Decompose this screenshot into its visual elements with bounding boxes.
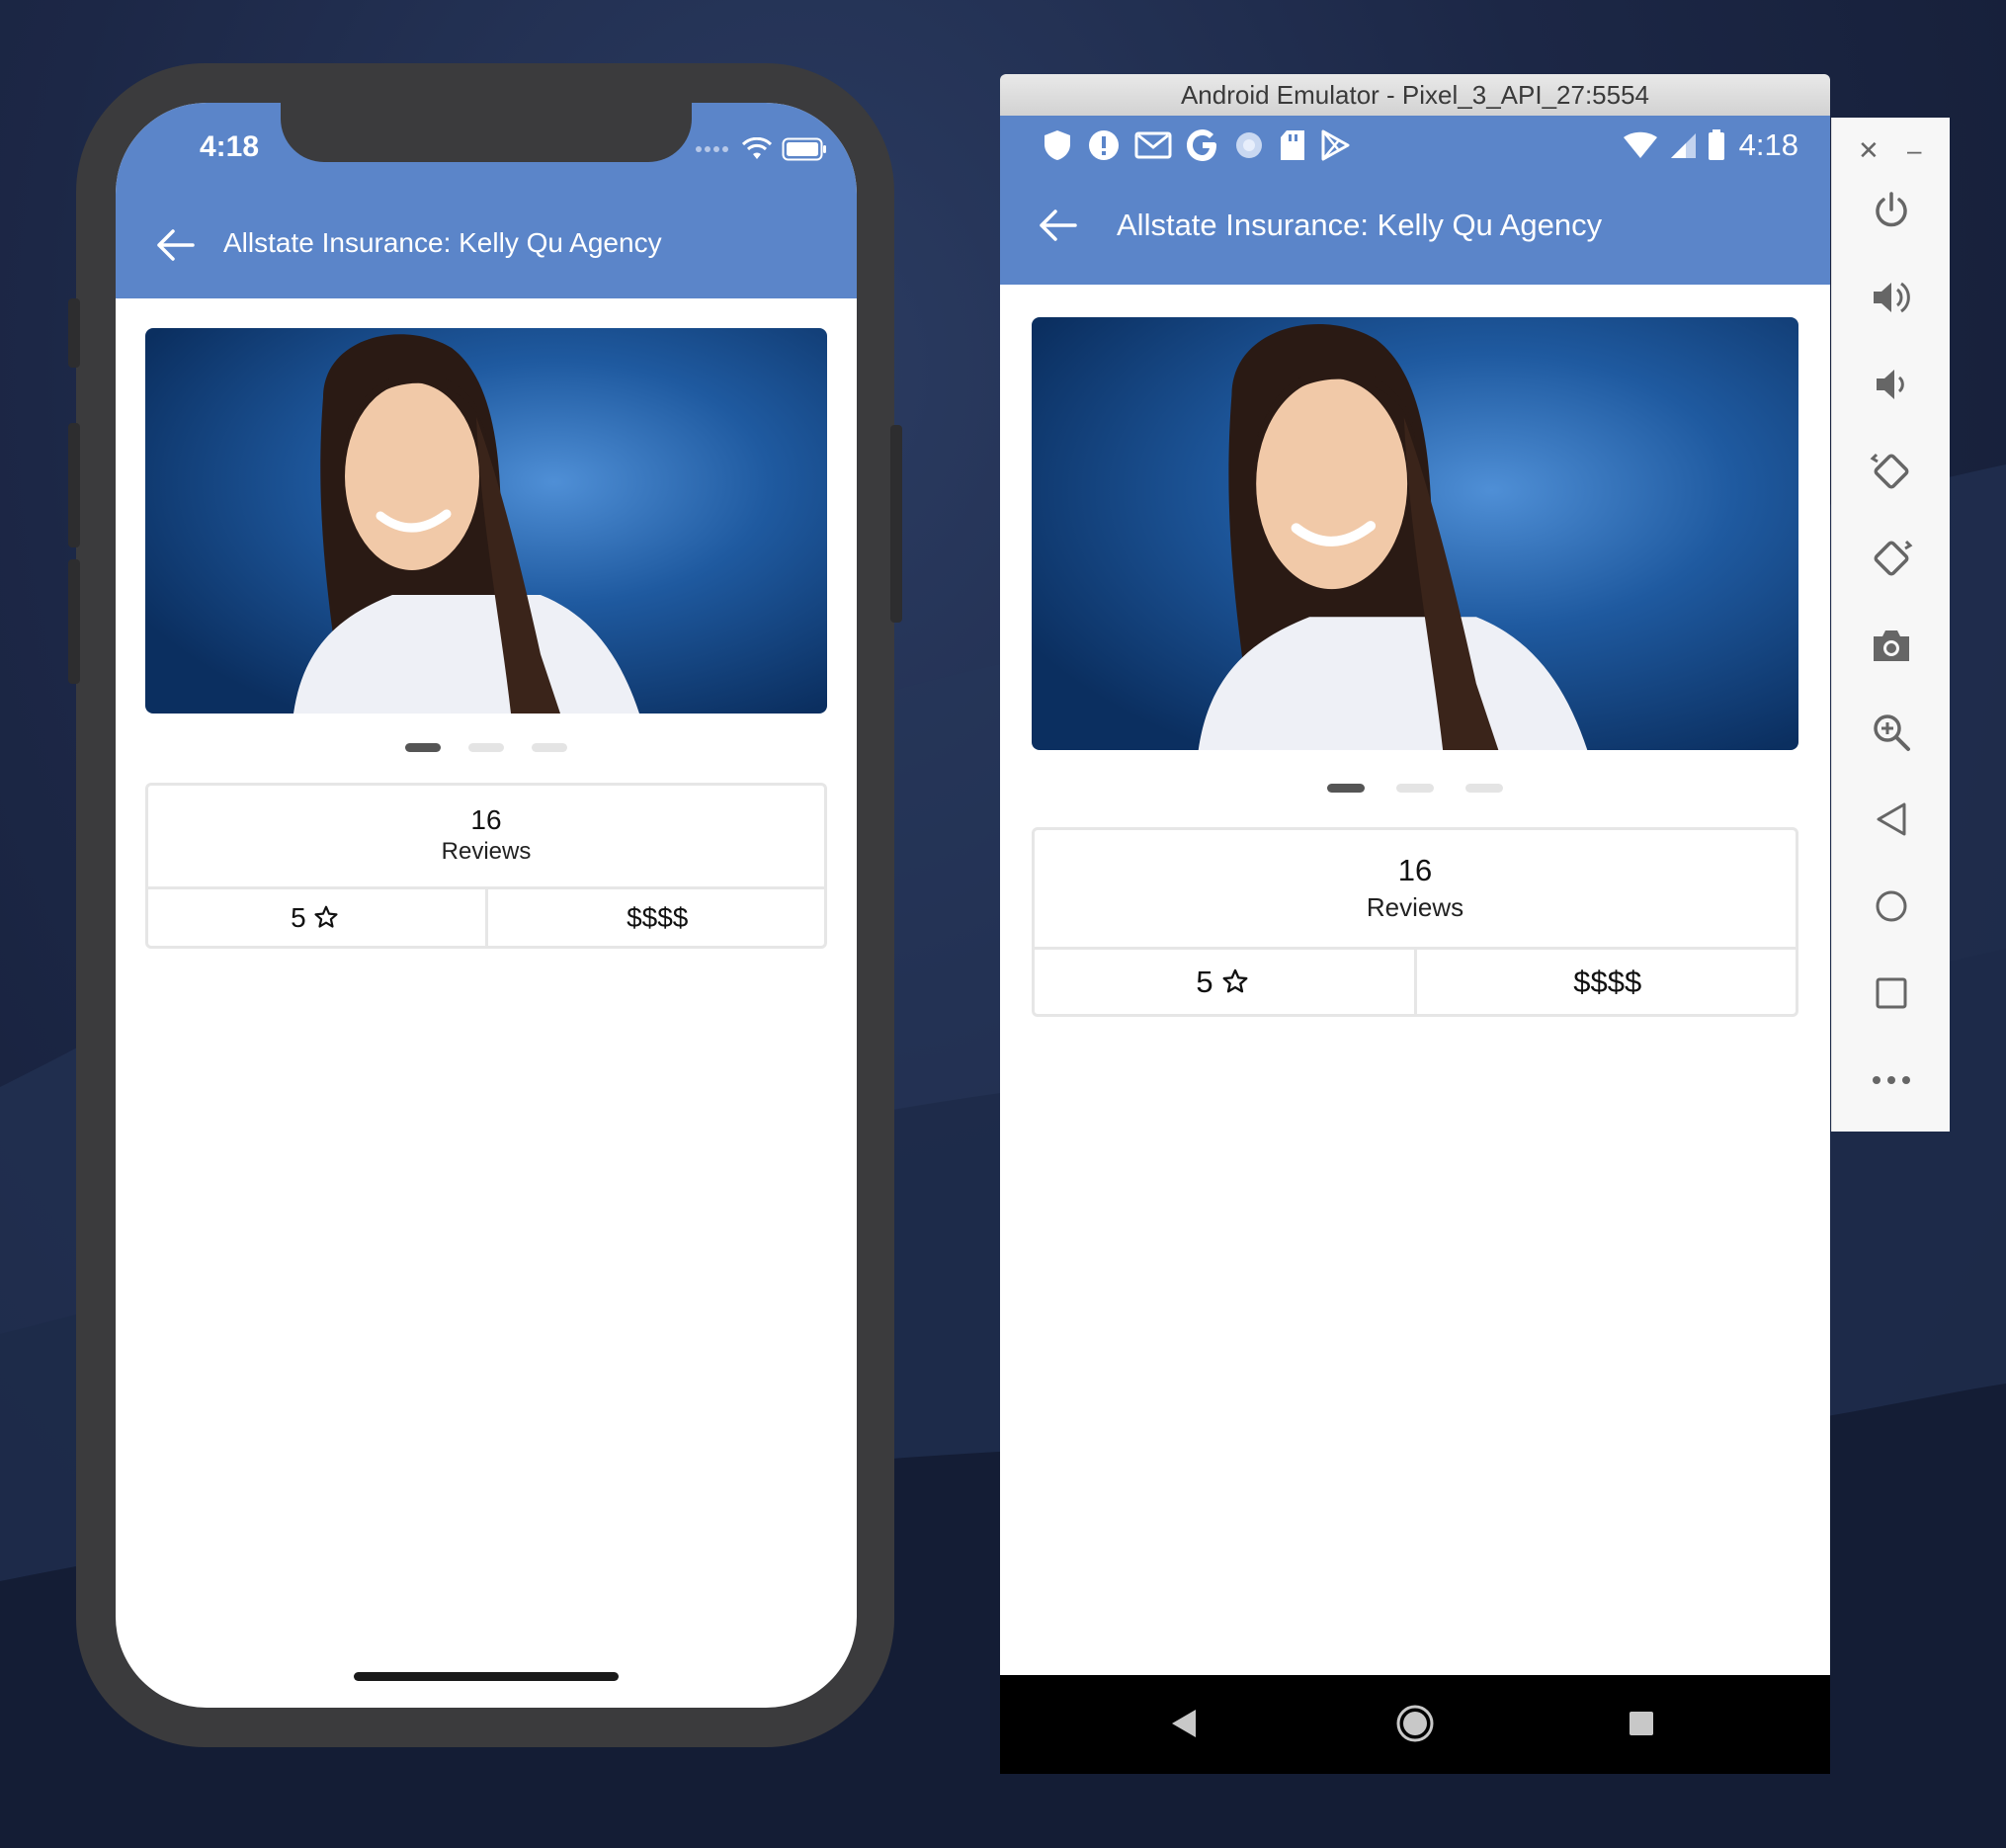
carousel-dot-1[interactable] <box>1327 784 1365 793</box>
nav-home-icon[interactable] <box>1395 1704 1435 1743</box>
battery-icon <box>782 137 826 161</box>
carousel-dot-3[interactable] <box>1465 784 1503 793</box>
stats-card: 16 Reviews 5 $$$$ <box>145 783 827 949</box>
volume-down-button[interactable] <box>68 559 80 684</box>
notch <box>281 103 692 162</box>
rating-value: 5 <box>291 902 306 933</box>
page-title: Allstate Insurance: Kelly Qu Agency <box>223 227 662 258</box>
volume-down-button[interactable] <box>1832 355 1950 414</box>
carousel-dot-3[interactable] <box>532 743 567 752</box>
sd-card-icon <box>1281 130 1304 160</box>
home-button[interactable] <box>1832 877 1950 936</box>
play-store-icon <box>1321 129 1350 161</box>
more-button[interactable] <box>1832 1050 1950 1110</box>
rating-cell[interactable]: 5 <box>1032 950 1417 1017</box>
google-icon <box>1187 129 1216 161</box>
ios-status-icons <box>695 136 827 162</box>
minimize-icon[interactable]: – <box>1907 135 1921 166</box>
power-icon <box>1875 192 1907 227</box>
rotate-left-icon <box>1870 453 1908 489</box>
android-screen: 4:18 Allstate Insurance: Kelly Qu Agency <box>1000 116 1830 1774</box>
page-title: Allstate Insurance: Kelly Qu Agency <box>1117 208 1603 242</box>
zoom-button[interactable] <box>1832 703 1950 762</box>
carousel-indicator <box>116 743 857 753</box>
nav-back-icon[interactable] <box>1170 1708 1198 1739</box>
rating-value: 5 <box>1196 965 1213 999</box>
android-notification-icons <box>1042 127 1350 163</box>
star-icon <box>1222 968 1248 993</box>
side-button[interactable] <box>890 425 902 623</box>
back-arrow-icon[interactable] <box>153 223 197 267</box>
stats-row: 5 $$$$ <box>1032 950 1798 1017</box>
android-emulator-window: Android Emulator - Pixel_3_API_27:5554 4… <box>1000 74 1830 1774</box>
stats-card: 16 Reviews 5 $$$$ <box>1032 827 1798 1017</box>
more-icon <box>1872 1076 1910 1084</box>
camera-icon <box>1873 630 1909 661</box>
agent-photo[interactable] <box>145 328 827 714</box>
back-arrow-icon[interactable] <box>1036 204 1079 247</box>
rotate-right-button[interactable] <box>1832 529 1950 588</box>
ios-screen: 4:18 Allstate Insurance: Kelly Qu Agency <box>116 103 857 1708</box>
emulator-toolbar: ✕ – <box>1831 118 1950 1132</box>
rotate-left-button[interactable] <box>1832 442 1950 501</box>
cellular-signal-icon <box>1670 133 1696 158</box>
screenshot-button[interactable] <box>1832 616 1950 675</box>
agent-portrait-image <box>1032 317 1798 750</box>
android-status-time: 4:18 <box>1738 127 1798 162</box>
volume-up-button[interactable] <box>1832 268 1950 327</box>
back-button[interactable] <box>1832 790 1950 849</box>
star-icon <box>314 905 339 928</box>
home-icon <box>1876 890 1906 922</box>
gmail-icon <box>1134 131 1172 159</box>
overview-button[interactable] <box>1832 964 1950 1023</box>
price-cell[interactable]: $$$$ <box>488 889 828 949</box>
android-app-bar: 4:18 Allstate Insurance: Kelly Qu Agency <box>1000 116 1830 285</box>
android-status-right: 4:18 <box>1623 126 1798 165</box>
battery-icon <box>1708 129 1724 160</box>
carousel-dot-1[interactable] <box>405 743 441 752</box>
reviews-label: Reviews <box>441 838 532 865</box>
back-icon <box>1877 802 1905 836</box>
reviews-count: 16 <box>470 804 502 835</box>
agent-portrait-image <box>145 328 827 714</box>
overview-icon <box>1876 977 1906 1009</box>
agent-photo[interactable] <box>1032 317 1798 750</box>
emulator-window-title[interactable]: Android Emulator - Pixel_3_API_27:5554 <box>1000 74 1830 116</box>
rotate-right-icon <box>1874 540 1912 576</box>
wifi-icon <box>742 137 772 159</box>
reviews-section[interactable]: 16 Reviews <box>1032 827 1798 950</box>
nav-recents-icon[interactable] <box>1629 1711 1654 1736</box>
reviews-section[interactable]: 16 Reviews <box>145 783 827 889</box>
shield-icon <box>1045 130 1070 160</box>
reviews-count: 16 <box>1397 853 1433 887</box>
wifi-icon <box>1623 131 1657 158</box>
zoom-icon <box>1873 714 1910 751</box>
alert-icon <box>1089 130 1119 160</box>
android-nav-bar <box>1000 1675 1830 1774</box>
ios-status-time: 4:18 <box>199 130 260 163</box>
reviews-label: Reviews <box>1366 892 1464 922</box>
close-icon[interactable]: ✕ <box>1858 135 1880 166</box>
power-button[interactable] <box>1832 181 1950 240</box>
ringer-switch[interactable] <box>68 298 80 368</box>
volume-down-icon <box>1876 370 1904 399</box>
stats-row: 5 $$$$ <box>145 889 827 949</box>
ios-nav-header: 4:18 Allstate Insurance: Kelly Qu Agency <box>116 103 857 298</box>
carousel-dot-2[interactable] <box>1396 784 1434 793</box>
volume-up-button[interactable] <box>68 423 80 547</box>
carousel-indicator <box>1000 784 1830 794</box>
ios-simulator-device: 4:18 Allstate Insurance: Kelly Qu Agency <box>68 63 902 1747</box>
home-indicator[interactable] <box>354 1672 619 1681</box>
volume-up-icon <box>1873 282 1910 313</box>
sync-icon <box>1236 132 1262 158</box>
carousel-dot-2[interactable] <box>468 743 504 752</box>
rating-cell[interactable]: 5 <box>145 889 488 949</box>
cellular-signal-icon <box>696 146 728 152</box>
price-cell[interactable]: $$$$ <box>1417 950 1799 1017</box>
